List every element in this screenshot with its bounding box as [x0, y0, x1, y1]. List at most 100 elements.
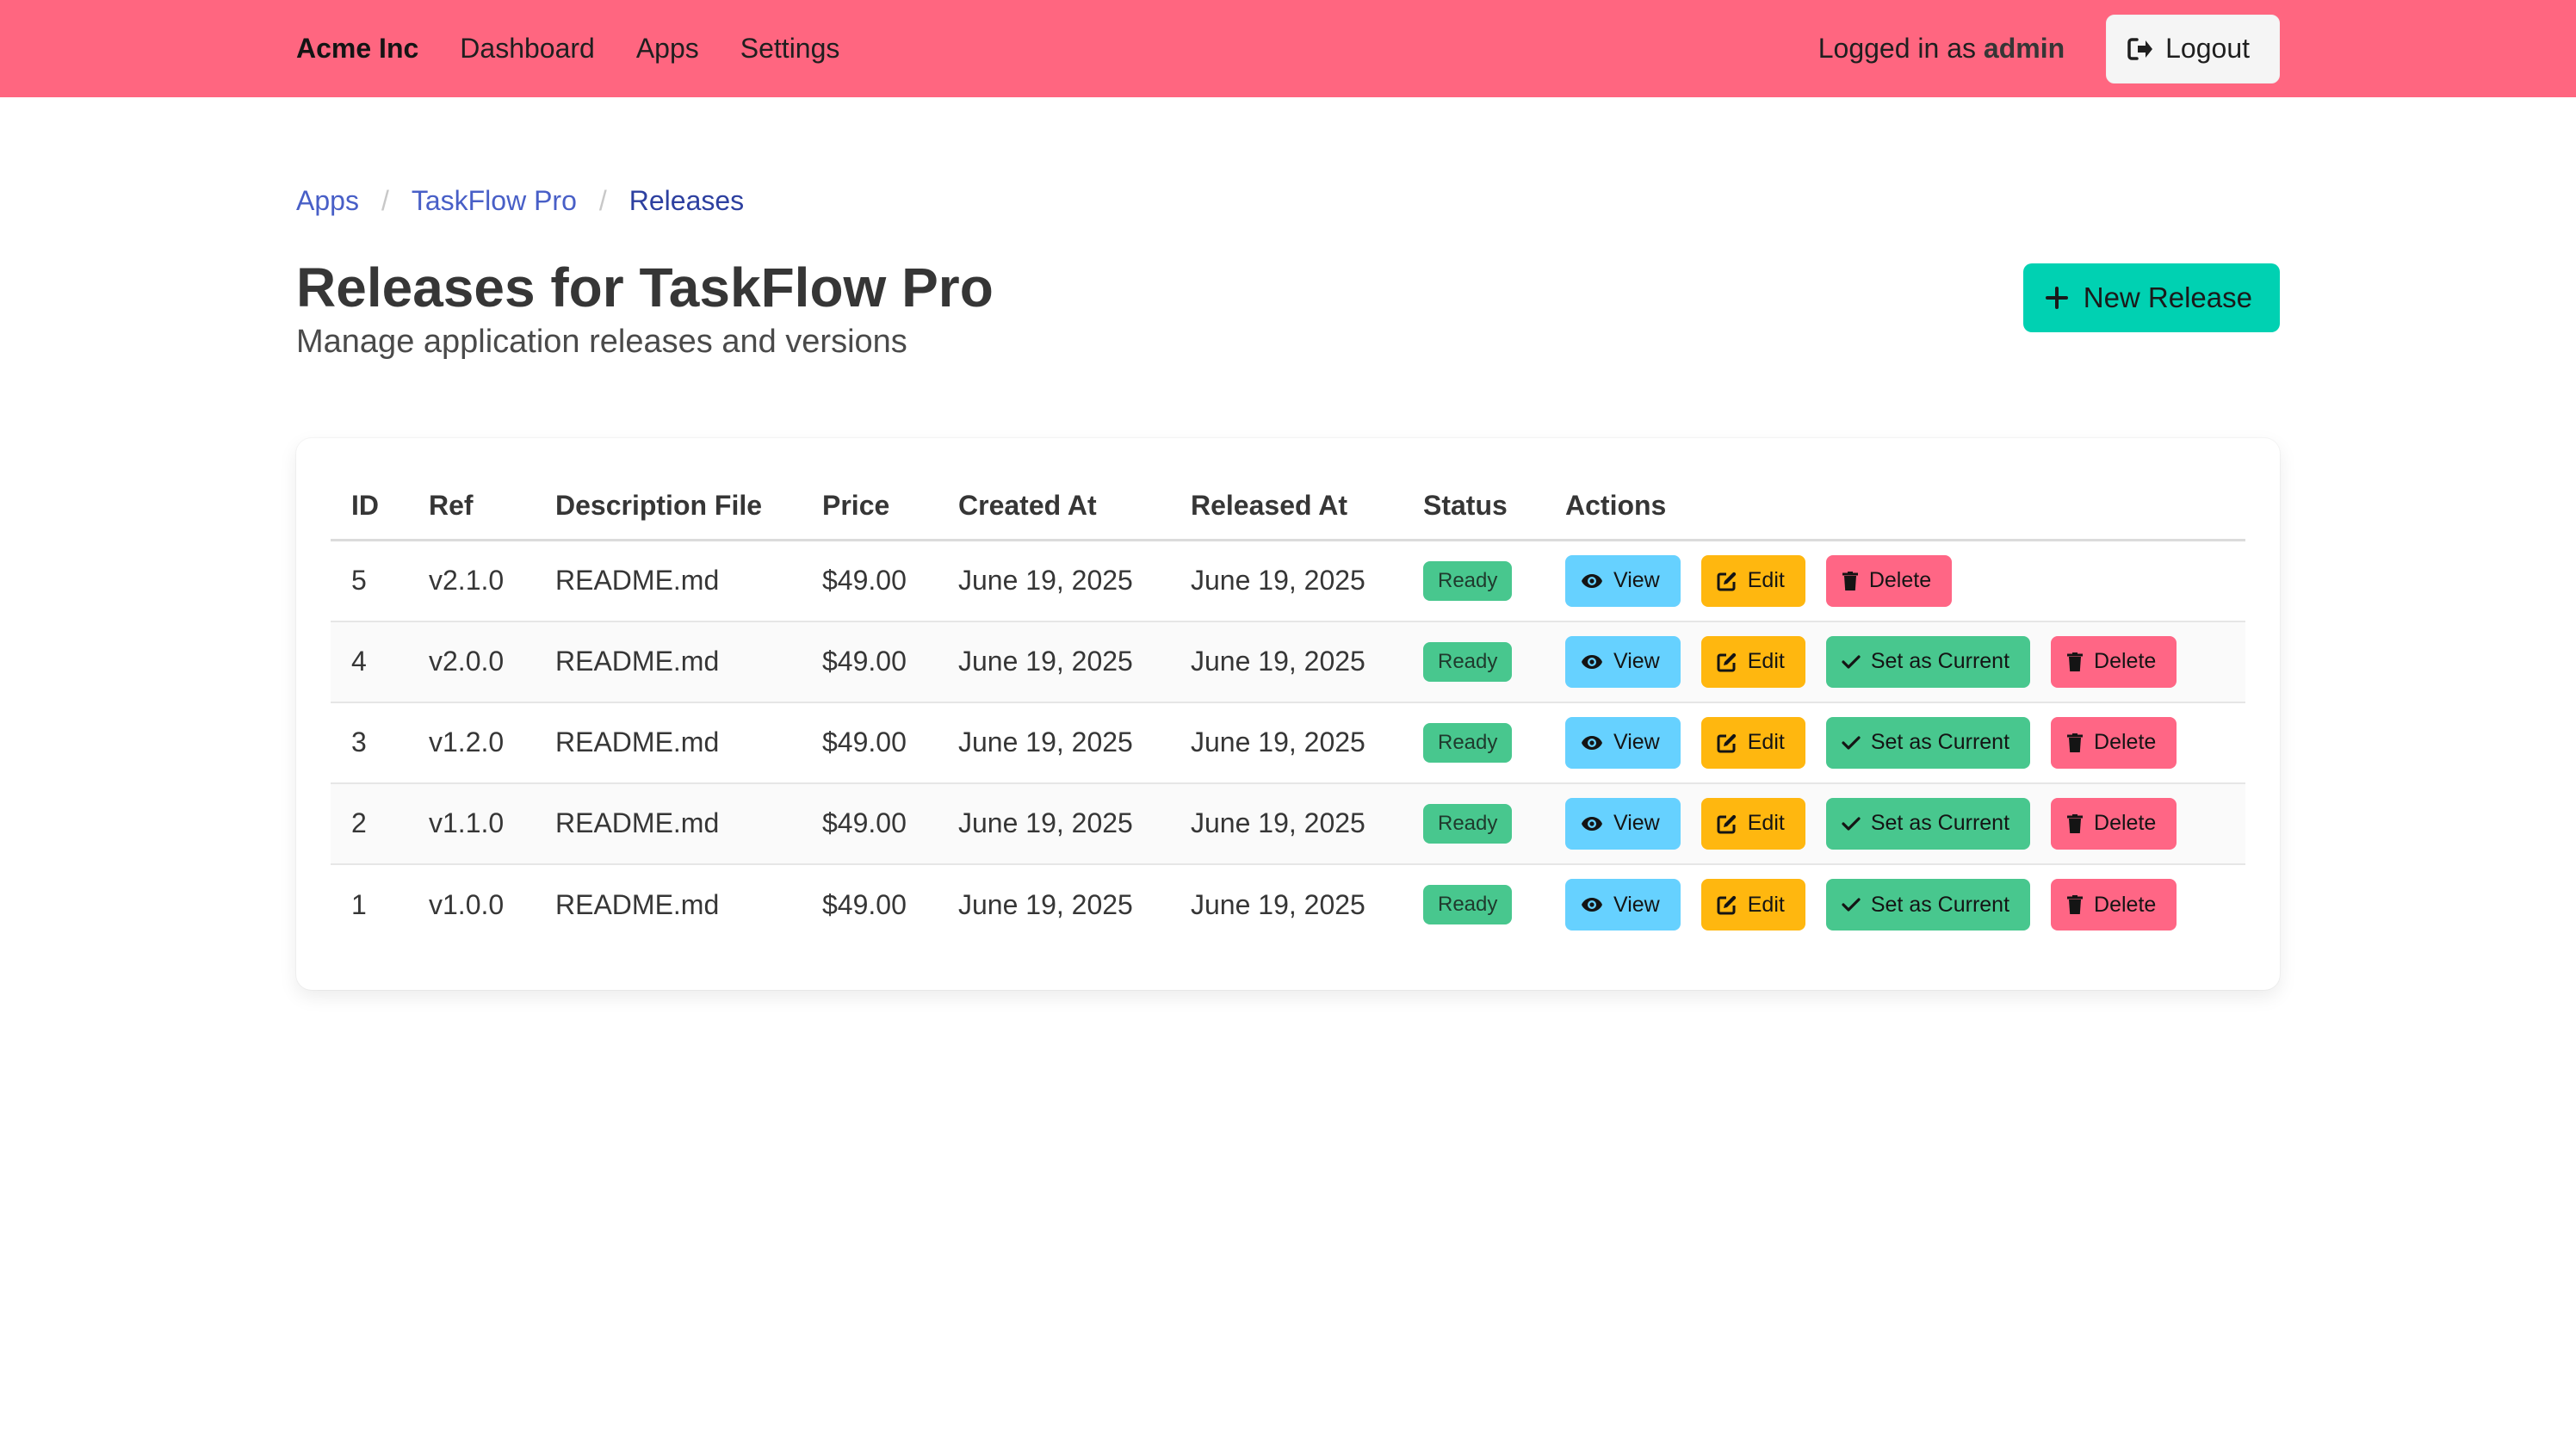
check-icon: [1842, 654, 1861, 669]
edit-button[interactable]: Edit: [1700, 879, 1805, 931]
cell-status: Ready: [1403, 864, 1545, 945]
view-label: View: [1613, 811, 1660, 835]
eye-icon: [1582, 573, 1602, 588]
page-header: Releases for TaskFlow Pro Manage applica…: [296, 260, 2280, 361]
cell-created-at: June 19, 2025: [938, 702, 1170, 784]
delete-button[interactable]: Delete: [1825, 554, 1953, 607]
set-current-label: Set as Current: [1870, 649, 2010, 673]
column-actions: Actions: [1545, 471, 2245, 541]
breadcrumb-separator: /: [381, 185, 389, 216]
cell-description-file: README.md: [535, 782, 802, 865]
logout-label: Logout: [2165, 33, 2250, 64]
cell-created-at: June 19, 2025: [938, 540, 1170, 622]
page-heading: Releases for TaskFlow Pro Manage applica…: [296, 260, 994, 361]
edit-label: Edit: [1747, 649, 1785, 673]
table-row: 4 v2.0.0 README.md $49.00 June 19, 2025 …: [331, 621, 2245, 703]
status-badge: Ready: [1423, 885, 1513, 924]
cell-id: 3: [331, 702, 408, 784]
row-actions: View Edit Set as Current Delete: [1565, 635, 2225, 688]
cell-status: Ready: [1403, 540, 1545, 622]
delete-label: Delete: [2094, 730, 2157, 754]
trash-icon: [2067, 652, 2084, 671]
view-button[interactable]: View: [1565, 635, 1681, 688]
edit-label: Edit: [1747, 730, 1785, 754]
column-released-at: Released At: [1170, 471, 1403, 541]
table-row: 2 v1.1.0 README.md $49.00 June 19, 2025 …: [331, 782, 2245, 865]
logout-button[interactable]: Logout: [2106, 14, 2280, 83]
breadcrumb-apps[interactable]: Apps: [296, 185, 359, 217]
edit-icon: [1717, 572, 1736, 591]
status-badge: Ready: [1423, 641, 1513, 682]
sign-out-icon: [2127, 37, 2153, 60]
breadcrumb-releases[interactable]: Releases: [629, 185, 744, 217]
plus-icon: [2045, 287, 2068, 309]
set-current-label: Set as Current: [1870, 730, 2010, 754]
main-content: Apps / TaskFlow Pro / Releases Releases …: [0, 185, 2576, 990]
logged-in-text: Logged in as admin: [1818, 33, 2065, 65]
eye-icon: [1582, 898, 1602, 912]
cell-price: $49.00: [802, 782, 938, 865]
edit-button[interactable]: Edit: [1700, 797, 1805, 850]
nav-item-settings[interactable]: Settings: [740, 33, 840, 65]
view-label: View: [1613, 649, 1660, 673]
set-current-label: Set as Current: [1870, 892, 2010, 917]
set-current-button[interactable]: Set as Current: [1825, 797, 2031, 850]
delete-button[interactable]: Delete: [2051, 879, 2177, 931]
set-current-button[interactable]: Set as Current: [1825, 716, 2031, 769]
edit-icon: [1717, 814, 1736, 833]
cell-price: $49.00: [802, 540, 938, 622]
edit-button[interactable]: Edit: [1700, 716, 1805, 769]
nav-item-dashboard[interactable]: Dashboard: [460, 33, 595, 65]
cell-price: $49.00: [802, 621, 938, 703]
column-description-file: Description File: [535, 471, 802, 541]
table-row: 5 v2.1.0 README.md $49.00 June 19, 2025 …: [331, 540, 2245, 622]
cell-actions: View Edit Set as Current Delete: [1545, 864, 2245, 945]
cell-id: 4: [331, 621, 408, 703]
view-label: View: [1613, 892, 1660, 917]
cell-released-at: June 19, 2025: [1170, 540, 1403, 622]
trash-icon: [1842, 571, 1858, 590]
delete-button[interactable]: Delete: [2051, 716, 2177, 769]
view-button[interactable]: View: [1565, 879, 1681, 931]
cell-actions: View Edit Set as Current Delete: [1545, 621, 2245, 703]
table-body: 5 v2.1.0 README.md $49.00 June 19, 2025 …: [331, 540, 2245, 945]
nav-item-apps[interactable]: Apps: [636, 33, 699, 65]
check-icon: [1842, 816, 1861, 831]
breadcrumb-separator: /: [598, 185, 607, 216]
cell-price: $49.00: [822, 888, 907, 920]
status-badge: Ready: [1423, 803, 1513, 844]
cell-actions: View Edit Set as Current Delete: [1545, 782, 2245, 865]
set-current-button[interactable]: Set as Current: [1825, 879, 2031, 931]
cell-released-at: June 19, 2025: [1170, 621, 1403, 703]
view-button[interactable]: View: [1565, 797, 1681, 850]
delete-button[interactable]: Delete: [2051, 635, 2177, 688]
cell-id: 2: [331, 782, 408, 865]
new-release-button[interactable]: New Release: [2022, 263, 2280, 332]
row-actions: View Edit Set as Current Delete: [1565, 879, 2225, 931]
delete-label: Delete: [1868, 568, 1932, 593]
view-button[interactable]: View: [1565, 716, 1681, 769]
cell-description-file: README.md: [535, 540, 802, 622]
trash-icon: [2067, 895, 2084, 914]
top-navbar: Acme Inc Dashboard Apps Settings Logged …: [0, 0, 2576, 97]
check-icon: [1842, 735, 1861, 750]
view-button[interactable]: View: [1565, 554, 1681, 607]
delete-button[interactable]: Delete: [2051, 797, 2177, 850]
column-ref: Ref: [408, 471, 535, 541]
row-actions: View Edit Delete: [1565, 554, 2225, 607]
breadcrumb: Apps / TaskFlow Pro / Releases: [296, 185, 2280, 217]
edit-button[interactable]: Edit: [1700, 635, 1805, 688]
page-subtitle: Manage application releases and versions: [296, 324, 907, 360]
brand-link[interactable]: Acme Inc: [296, 33, 418, 65]
eye-icon: [1582, 654, 1602, 669]
edit-button[interactable]: Edit: [1700, 554, 1805, 607]
releases-card: ID Ref Description File Price Created At…: [296, 438, 2280, 990]
breadcrumb-taskflow-pro[interactable]: TaskFlow Pro: [412, 185, 577, 217]
cell-created-at: June 19, 2025: [938, 782, 1170, 865]
logged-in-prefix: Logged in as: [1817, 33, 1984, 64]
username: admin: [1983, 33, 2065, 64]
cell-ref: v1.0.0: [429, 888, 505, 920]
cell-ref: v1.2.0: [408, 702, 535, 784]
eye-icon: [1582, 816, 1602, 831]
set-current-button[interactable]: Set as Current: [1825, 635, 2031, 688]
